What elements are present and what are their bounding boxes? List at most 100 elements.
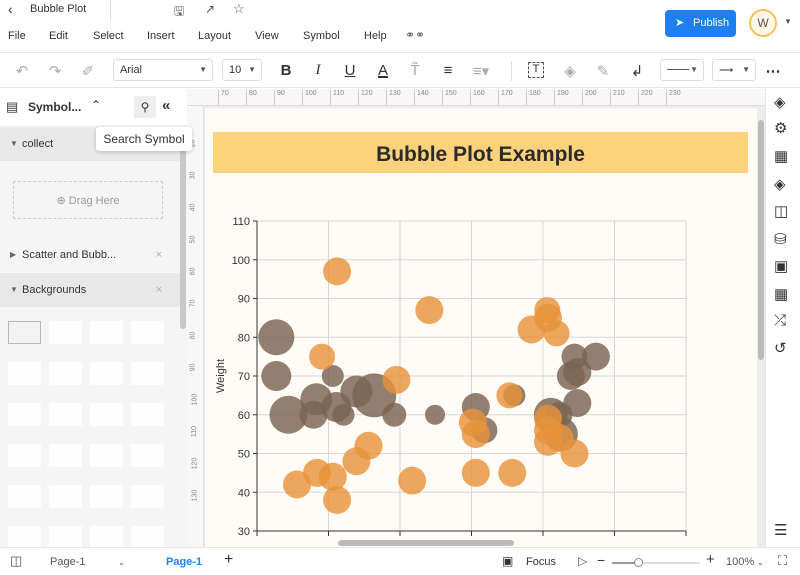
undo-icon[interactable]: ↶ xyxy=(12,62,32,80)
database-icon[interactable]: ⛁ xyxy=(774,230,787,248)
font-family-select[interactable]: Arial ▼ xyxy=(113,59,213,81)
layers-icon[interactable]: ◈ xyxy=(774,175,786,193)
history-icon[interactable]: ↺ xyxy=(774,339,787,357)
background-thumbnail[interactable] xyxy=(90,321,123,344)
background-thumbnail[interactable] xyxy=(131,526,164,549)
presentation-icon[interactable]: ◫ xyxy=(774,202,788,220)
background-thumbnail[interactable] xyxy=(90,362,123,385)
menu-select[interactable]: Select xyxy=(93,30,124,42)
redo-icon[interactable]: ↷ xyxy=(45,62,65,80)
page-settings-icon[interactable]: ⚙ xyxy=(774,119,787,137)
background-thumbnail[interactable] xyxy=(49,485,82,508)
bold-icon[interactable]: B xyxy=(276,62,296,79)
background-thumbnail[interactable] xyxy=(8,321,41,344)
chevron-down-icon[interactable]: ⌄ xyxy=(118,558,125,567)
save-icon[interactable]: 🖫 xyxy=(174,2,184,23)
search-icon[interactable]: ⚲ xyxy=(134,96,156,118)
play-icon[interactable]: ▷ xyxy=(578,554,587,568)
focus-button[interactable]: Focus xyxy=(526,556,556,568)
menu-edit[interactable]: Edit xyxy=(49,30,68,42)
menu-layout[interactable]: Layout xyxy=(198,30,231,42)
account-dropdown-icon[interactable]: ▼ xyxy=(784,17,792,26)
back-icon[interactable]: ‹ xyxy=(8,1,13,17)
binoculars-icon[interactable]: ⚭⚭ xyxy=(405,28,425,42)
panel-scrollbar[interactable] xyxy=(180,149,186,329)
section-backgrounds[interactable]: ▼ Backgrounds × xyxy=(0,273,180,307)
background-thumbnail[interactable] xyxy=(8,403,41,426)
background-thumbnail[interactable] xyxy=(131,321,164,344)
background-thumbnail[interactable] xyxy=(8,362,41,385)
background-thumbnail[interactable] xyxy=(49,526,82,549)
fullscreen-icon[interactable]: ⛶ xyxy=(778,553,787,569)
star-icon[interactable]: ☆ xyxy=(233,1,245,17)
settings-icon[interactable]: ☰ xyxy=(774,521,787,539)
close-icon[interactable]: × xyxy=(156,273,162,307)
background-thumbnail[interactable] xyxy=(49,444,82,467)
page-tab[interactable]: Page-1 xyxy=(166,556,202,568)
canvas-horizontal-scrollbar[interactable] xyxy=(338,540,514,546)
close-icon[interactable]: × xyxy=(156,238,162,272)
menu-symbol[interactable]: Symbol xyxy=(303,30,340,42)
export-icon[interactable]: ↗ xyxy=(205,2,215,16)
drag-here-dropzone[interactable]: ⊕ Drag Here xyxy=(13,181,163,219)
background-thumbnail[interactable] xyxy=(49,321,82,344)
fill-icon[interactable]: ◈ xyxy=(560,62,580,80)
line-spacing-icon[interactable]: ≡▾ xyxy=(471,62,491,80)
publish-button[interactable]: ➤ Publish xyxy=(665,10,736,37)
chevron-down-icon[interactable]: ⌄ xyxy=(757,558,764,567)
canvas-vertical-scrollbar[interactable] xyxy=(758,120,764,360)
page-panel-icon[interactable]: ◫ xyxy=(10,553,22,569)
image-icon[interactable]: ▣ xyxy=(774,257,788,275)
background-thumbnail[interactable] xyxy=(90,444,123,467)
align-icon[interactable]: ≡ xyxy=(438,62,458,79)
zoom-in-icon[interactable]: + xyxy=(706,551,715,568)
line-style-select[interactable]: ▼ xyxy=(660,59,704,81)
menu-file[interactable]: File xyxy=(8,30,26,42)
chevron-up-icon[interactable]: ⌃ xyxy=(91,98,101,112)
shuffle-icon[interactable]: ⤮ xyxy=(774,312,786,329)
italic-icon[interactable]: I xyxy=(308,62,328,79)
background-thumbnail[interactable] xyxy=(131,403,164,426)
bubble-chart[interactable]: 30 40 50 60 70 80 90 100 110 Weight xyxy=(205,108,757,543)
background-thumbnail[interactable] xyxy=(131,444,164,467)
table-icon[interactable]: ▦ xyxy=(774,285,788,303)
add-page-icon[interactable]: + xyxy=(224,551,233,569)
fill-style-icon[interactable]: ◈ xyxy=(774,93,786,111)
background-thumbnail[interactable] xyxy=(90,485,123,508)
text-style-icon[interactable]: T̃ xyxy=(405,62,425,79)
avatar[interactable]: W xyxy=(749,9,777,37)
focus-icon[interactable]: ▣ xyxy=(502,554,513,568)
background-thumbnail[interactable] xyxy=(8,485,41,508)
font-size-select[interactable]: 10 ▼ xyxy=(222,59,262,81)
background-thumbnail[interactable] xyxy=(49,403,82,426)
connector-icon[interactable]: ↲ xyxy=(627,62,647,80)
text-box-icon[interactable]: T xyxy=(528,62,544,78)
background-thumbnail[interactable] xyxy=(90,526,123,549)
arrow-style-select[interactable]: ⟶ ▼ xyxy=(712,59,756,81)
document-title[interactable]: Bubble Plot xyxy=(30,3,86,15)
menu-help[interactable]: Help xyxy=(364,30,387,42)
bubble xyxy=(415,296,444,325)
background-thumbnail[interactable] xyxy=(131,485,164,508)
zoom-level[interactable]: 100% xyxy=(726,556,754,568)
format-painter-icon[interactable]: ✐ xyxy=(78,62,98,80)
symbol-panel-title[interactable]: Symbol... xyxy=(28,100,81,114)
section-label: Backgrounds xyxy=(22,284,87,296)
background-thumbnail[interactable] xyxy=(90,403,123,426)
grid-icon[interactable]: ▦ xyxy=(774,147,788,165)
background-thumbnail[interactable] xyxy=(8,444,41,467)
line-color-icon[interactable]: ✎ xyxy=(593,62,613,80)
menu-view[interactable]: View xyxy=(255,30,279,42)
background-thumbnail[interactable] xyxy=(49,362,82,385)
zoom-slider-handle[interactable] xyxy=(634,558,643,567)
background-thumbnail[interactable] xyxy=(8,526,41,549)
menu-insert[interactable]: Insert xyxy=(147,30,175,42)
zoom-out-icon[interactable]: − xyxy=(597,552,605,568)
collapse-panel-icon[interactable]: « xyxy=(162,97,170,114)
underline-icon[interactable]: U xyxy=(340,62,360,79)
more-icon[interactable]: ⋯ xyxy=(763,62,783,80)
background-thumbnail[interactable] xyxy=(131,362,164,385)
section-scatter-bubble[interactable]: ▶ Scatter and Bubb... × xyxy=(0,238,180,272)
font-color-icon[interactable]: A xyxy=(373,62,393,79)
page-select[interactable]: Page-1 xyxy=(50,556,85,568)
